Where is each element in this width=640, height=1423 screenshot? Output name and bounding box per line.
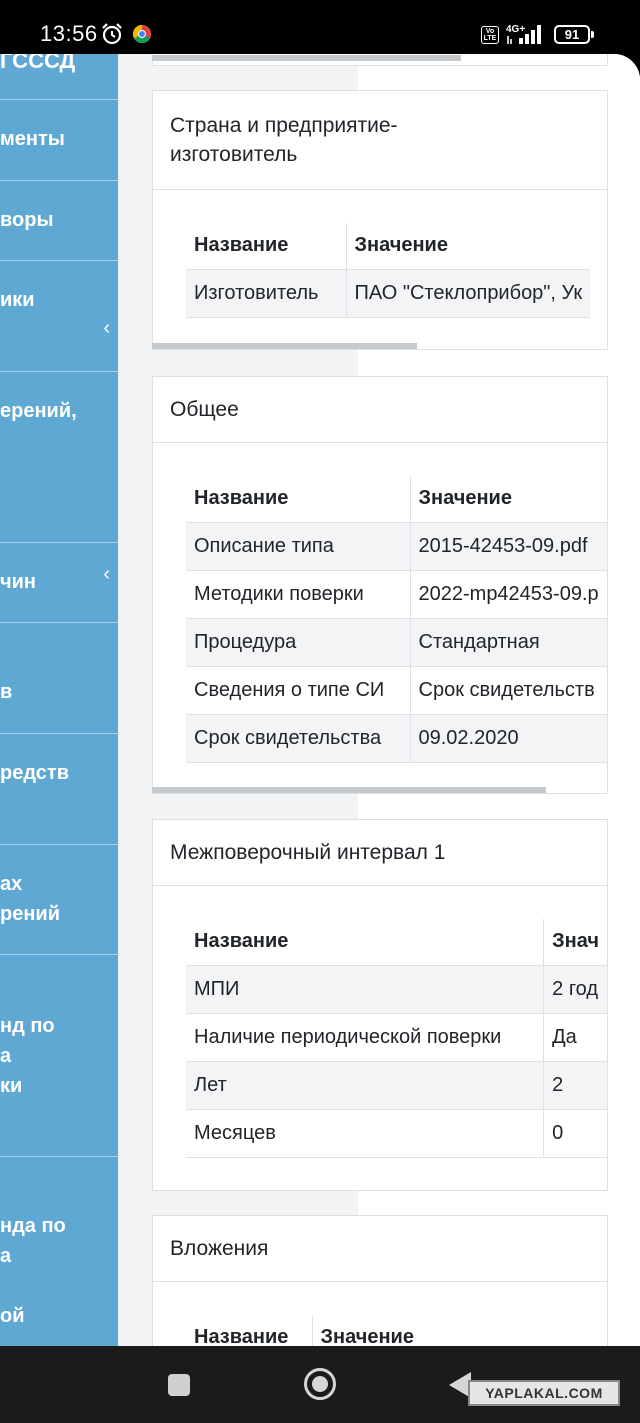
sidebar-item-2[interactable]: воры: [0, 181, 118, 261]
network-type: 4G+: [506, 24, 525, 35]
horizontal-scrollbar[interactable]: [152, 787, 546, 793]
cell-name: Срок свидетельства: [186, 714, 410, 763]
sidebar-item-1[interactable]: менты: [0, 100, 118, 181]
card-header: Межповерочный интервал 1: [153, 820, 607, 886]
table-row: МПИ 2 год: [186, 965, 607, 1014]
cell-name: Лет: [186, 1061, 544, 1110]
table-scroll[interactable]: Название Значение: [186, 1315, 607, 1346]
table-row: Сведения о типе СИ Срок свидетельств: [186, 666, 607, 715]
column-header-name: Название: [186, 223, 346, 270]
table-scroll[interactable]: Название Знач МПИ 2 год Наличие периодич…: [186, 919, 607, 1159]
horizontal-scrollbar[interactable]: [152, 55, 461, 61]
horizontal-scrollbar[interactable]: [152, 343, 417, 349]
recents-button[interactable]: [168, 1374, 190, 1396]
table-row: Методики поверки 2022-mp42453-09.p: [186, 570, 607, 619]
sidebar-item-label: воры: [0, 209, 54, 231]
cell-name: Наличие периодической поверки: [186, 1013, 544, 1062]
cell-value: Стандартная: [409, 618, 607, 667]
table-scroll[interactable]: Название Значение Изготовитель ПАО "Стек…: [186, 223, 607, 319]
sidebar-item-10[interactable]: нда по а ой: [0, 1157, 118, 1346]
table-row: Месяцев 0: [186, 1109, 607, 1158]
sidebar-item-label: нда по а ой: [0, 1215, 66, 1327]
sidebar-item-label: ерений,: [0, 400, 77, 422]
sidebar-header-label: ГСССД: [0, 54, 76, 73]
sidebar-item-label: нд по а ки: [0, 1015, 55, 1097]
signal-icon: 4G+: [506, 24, 541, 44]
cell-value: Срок свидетельств: [409, 666, 607, 715]
cell-name: Сведения о типе СИ: [186, 666, 410, 715]
clock: 13:56: [40, 21, 98, 46]
sidebar-item-3[interactable]: ики ‹: [0, 261, 118, 372]
sidebar-item-7[interactable]: редств: [0, 734, 118, 845]
table-row: Изготовитель ПАО "Стеклоприбор", Ук: [186, 269, 591, 318]
cell-name: Методики поверки: [186, 570, 410, 619]
sidebar-item-6[interactable]: в: [0, 623, 118, 734]
data-table: Название Знач МПИ 2 год Наличие периодич…: [186, 919, 607, 1158]
column-header-value: Значение: [409, 476, 607, 523]
cell-value: 09.02.2020: [409, 714, 607, 763]
card-verification-interval: Межповерочный интервал 1 Название Знач М…: [152, 819, 608, 1191]
cell-value: ПАО "Стеклоприбор", Ук: [345, 269, 591, 318]
column-header-name: Название: [186, 919, 544, 966]
sidebar-item-label: ики: [0, 289, 35, 311]
data-table: Название Значение Изготовитель ПАО "Стек…: [186, 223, 591, 318]
card-header: Вложения: [153, 1216, 607, 1282]
data-table: Название Значение Описание типа 2015-424…: [186, 476, 607, 763]
cell-name: Месяцев: [186, 1109, 544, 1158]
table-scroll[interactable]: Название Значение Описание типа 2015-424…: [186, 476, 607, 766]
column-header-value: Значение: [311, 1315, 422, 1346]
sidebar-item-label: в: [0, 681, 13, 703]
cell-name: Изготовитель: [186, 269, 346, 318]
card-title: Общее: [170, 398, 239, 421]
alarm-icon: [102, 23, 122, 45]
sidebar-item-label: чин: [0, 571, 36, 593]
sidebar-item-5[interactable]: чин ‹: [0, 543, 118, 623]
column-header-value: Значение: [345, 223, 591, 270]
table-row: Срок свидетельства 09.02.2020: [186, 714, 607, 763]
sidebar-item-label: редств: [0, 762, 69, 784]
cell-value: 2: [543, 1061, 607, 1110]
card-title: Вложения: [170, 1237, 269, 1260]
data-table: Название Значение: [186, 1315, 422, 1346]
column-header-name: Название: [186, 1315, 312, 1346]
previous-card: [152, 54, 608, 66]
cell-name: Процедура: [186, 618, 410, 667]
cell-name: МПИ: [186, 965, 544, 1014]
chevron-left-icon: ‹: [103, 317, 110, 339]
chevron-left-icon: ‹: [103, 563, 110, 585]
card-general: Общее Название Значение Описание типа 20…: [152, 376, 608, 794]
sidebar-header[interactable]: ГСССД: [0, 54, 118, 100]
cell-value[interactable]: 2015-42453-09.pdf: [409, 522, 607, 571]
chrome-icon: [133, 25, 151, 43]
sidebar-item-8[interactable]: ах рений: [0, 845, 118, 955]
sidebar-item-label: ах рений: [0, 873, 61, 925]
sidebar-item-label: менты: [0, 128, 65, 150]
cell-value: 2 год: [543, 965, 607, 1014]
content-area: Страна и предприятие- изготовитель Назва…: [118, 54, 640, 1346]
cell-name: Описание типа: [186, 522, 410, 571]
column-header-value: Знач: [543, 919, 607, 966]
card-header: Страна и предприятие- изготовитель: [153, 91, 607, 190]
sidebar: ГСССД менты воры ики ‹ ерений, чин ‹ в р…: [0, 54, 118, 1346]
table-row: Процедура Стандартная: [186, 618, 607, 667]
cell-value: 0: [543, 1109, 607, 1158]
sidebar-item-9[interactable]: нд по а ки: [0, 955, 118, 1157]
card-header: Общее: [153, 377, 607, 443]
watermark-logo: YAPLAKAL.COM: [468, 1380, 620, 1406]
battery-icon: 91: [554, 25, 594, 44]
card-attachments: Вложения Название Значение: [152, 1215, 608, 1346]
home-button[interactable]: [304, 1368, 336, 1400]
table-row: Лет 2: [186, 1061, 607, 1110]
column-header-name: Название: [186, 476, 410, 523]
table-row: Описание типа 2015-42453-09.pdf: [186, 522, 607, 571]
sidebar-item-4[interactable]: ерений,: [0, 372, 118, 543]
volte-icon: Vo LTE: [481, 26, 499, 44]
card-title: Межповерочный интервал 1: [170, 841, 446, 864]
table-row: Наличие периодической поверки Да: [186, 1013, 607, 1062]
card-country-manufacturer: Страна и предприятие- изготовитель Назва…: [152, 90, 608, 350]
cell-value[interactable]: 2022-mp42453-09.p: [409, 570, 607, 619]
app-surface: ГСССД менты воры ики ‹ ерений, чин ‹ в р…: [0, 54, 640, 1346]
cell-value: Да: [543, 1013, 607, 1062]
card-title: Страна и предприятие- изготовитель: [170, 114, 398, 166]
